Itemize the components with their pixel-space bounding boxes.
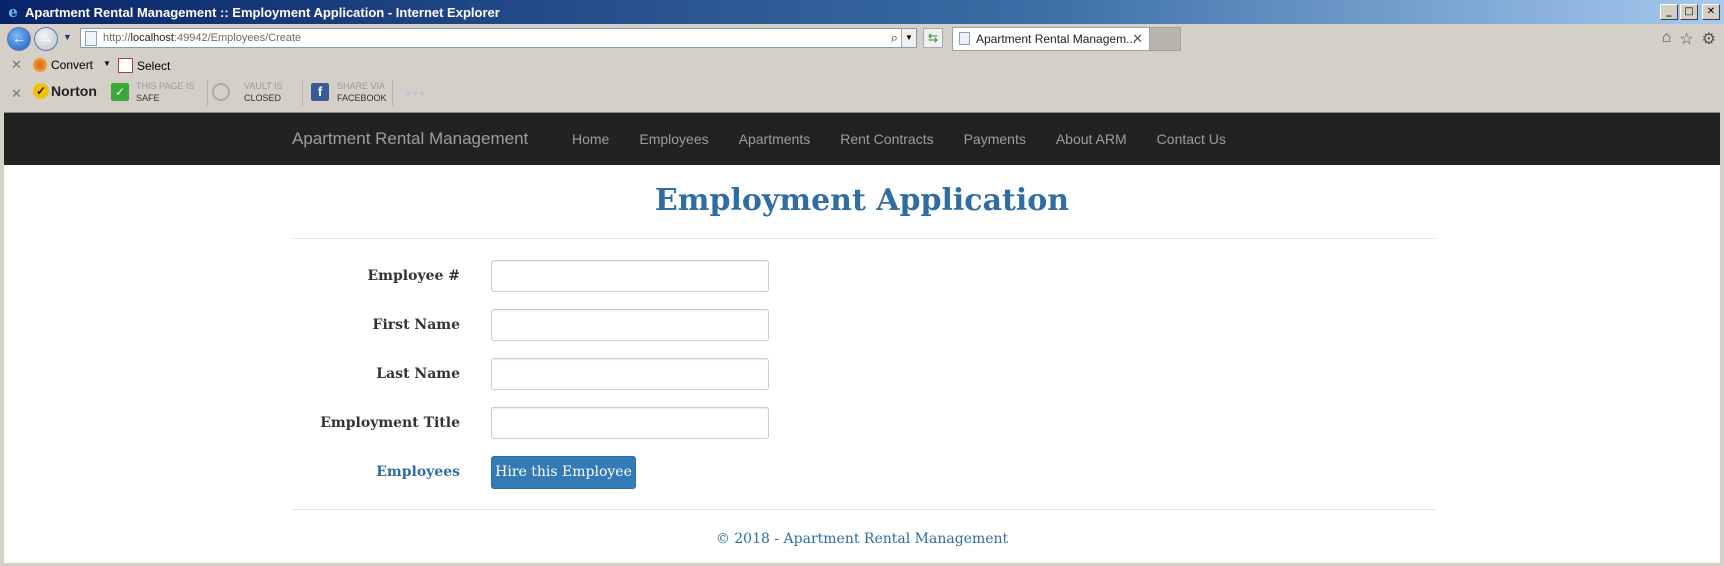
forward-button[interactable]: → (34, 27, 58, 51)
command-bar: ✕ Convert ▼ Select (0, 53, 1724, 77)
address-bar[interactable]: http://localhost:49942/Employees/Create … (80, 28, 917, 48)
convert-button[interactable]: Convert (33, 58, 93, 72)
convert-label: Convert (51, 58, 94, 72)
site-navbar: Apartment Rental Management Home Employe… (4, 113, 1720, 165)
select-icon (118, 58, 133, 73)
close-norton-toolbar-icon[interactable]: ✕ (11, 86, 22, 102)
tab-page-icon (959, 32, 970, 45)
new-tab-button[interactable] (1149, 27, 1181, 51)
internet-explorer-icon: e (8, 3, 18, 21)
divider (302, 80, 303, 106)
close-toolbar-icon[interactable]: ✕ (11, 57, 22, 73)
vault-icon (212, 83, 230, 101)
nav-about[interactable]: About ARM (1056, 131, 1127, 147)
url-text: http://localhost:49942/Employees/Create (103, 32, 302, 44)
page-safe-status[interactable]: THIS PAGE IS SAFE (136, 80, 194, 104)
employee-number-input[interactable] (491, 260, 769, 292)
vault-status[interactable]: VAULT IS CLOSED (244, 80, 283, 104)
employees-link[interactable]: Employees (292, 464, 460, 480)
convert-dropdown-icon[interactable]: ▼ (103, 59, 111, 68)
first-name-input[interactable] (491, 309, 769, 341)
minimize-button[interactable]: _ (1660, 4, 1678, 20)
address-toolbar: ← → ▼ http://localhost:49942/Employees/C… (0, 24, 1724, 52)
nav-employees[interactable]: Employees (639, 131, 708, 147)
refresh-icon[interactable]: ⇆ (923, 28, 943, 48)
nav-home[interactable]: Home (572, 131, 609, 147)
favorites-star-icon[interactable]: ☆ (1679, 29, 1693, 49)
page-icon (85, 31, 97, 46)
footer-divider (292, 509, 1436, 510)
divider (392, 80, 393, 106)
select-label: Select (137, 58, 171, 73)
page-viewport: Apartment Rental Management Home Employe… (4, 112, 1720, 563)
share-facebook[interactable]: SHARE VIA FACEBOOK (337, 80, 387, 104)
maximize-button[interactable]: □ (1680, 4, 1698, 20)
nav-links: Home Employees Apartments Rent Contracts… (572, 131, 1256, 147)
employee-number-label: Employee # (367, 268, 460, 284)
browser-tools: ⌂ ☆ ⚙ (1662, 29, 1716, 49)
footer-copyright: © 2018 - Apartment Rental Management (715, 531, 1009, 547)
window-controls: _ □ ✕ (1660, 4, 1720, 20)
nav-payments[interactable]: Payments (964, 131, 1026, 147)
window-title-bar: e Apartment Rental Management :: Employm… (0, 0, 1724, 24)
home-icon[interactable]: ⌂ (1662, 29, 1672, 49)
history-dropdown-icon[interactable]: ▼ (63, 32, 72, 42)
window-title: Apartment Rental Management :: Employmen… (25, 4, 500, 20)
norton-toolbar: ✕ ✓ Norton ✓ THIS PAGE IS SAFE VAULT IS … (0, 78, 1724, 110)
employment-title-input[interactable] (491, 407, 769, 439)
select-button[interactable]: Select (118, 58, 170, 73)
address-dropdown-icon[interactable]: ▼ (901, 29, 916, 47)
search-icon[interactable]: ⌕ (891, 29, 898, 47)
convert-icon (33, 58, 47, 72)
divider (207, 80, 208, 106)
last-name-label: Last Name (376, 366, 460, 382)
norton-check-icon: ✓ (33, 83, 49, 99)
first-name-label: First Name (372, 317, 460, 333)
nav-apartments[interactable]: Apartments (739, 131, 811, 147)
hire-employee-button[interactable]: Hire this Employee (491, 456, 636, 489)
settings-gear-icon[interactable]: ⚙ (1702, 29, 1716, 49)
tab-close-icon[interactable]: ✕ (1132, 28, 1143, 50)
norton-logo[interactable]: ✓ Norton (33, 83, 97, 99)
site-brand-link[interactable]: Apartment Rental Management (292, 129, 528, 149)
back-button[interactable]: ← (7, 27, 31, 51)
nav-contact[interactable]: Contact Us (1157, 131, 1226, 147)
nav-rent-contracts[interactable]: Rent Contracts (840, 131, 933, 147)
more-options-icon[interactable]: ●●● (405, 88, 426, 99)
close-button[interactable]: ✕ (1702, 4, 1720, 20)
employment-title-label: Employment Title (320, 415, 460, 431)
last-name-input[interactable] (491, 358, 769, 390)
tab-title: Apartment Rental Managem... (976, 32, 1137, 46)
facebook-icon: f (311, 83, 329, 101)
safe-check-icon: ✓ (111, 83, 129, 101)
title-divider (292, 238, 1436, 239)
browser-tab[interactable]: Apartment Rental Managem... ✕ (952, 27, 1150, 51)
page-title: Employment Application (654, 183, 1070, 218)
